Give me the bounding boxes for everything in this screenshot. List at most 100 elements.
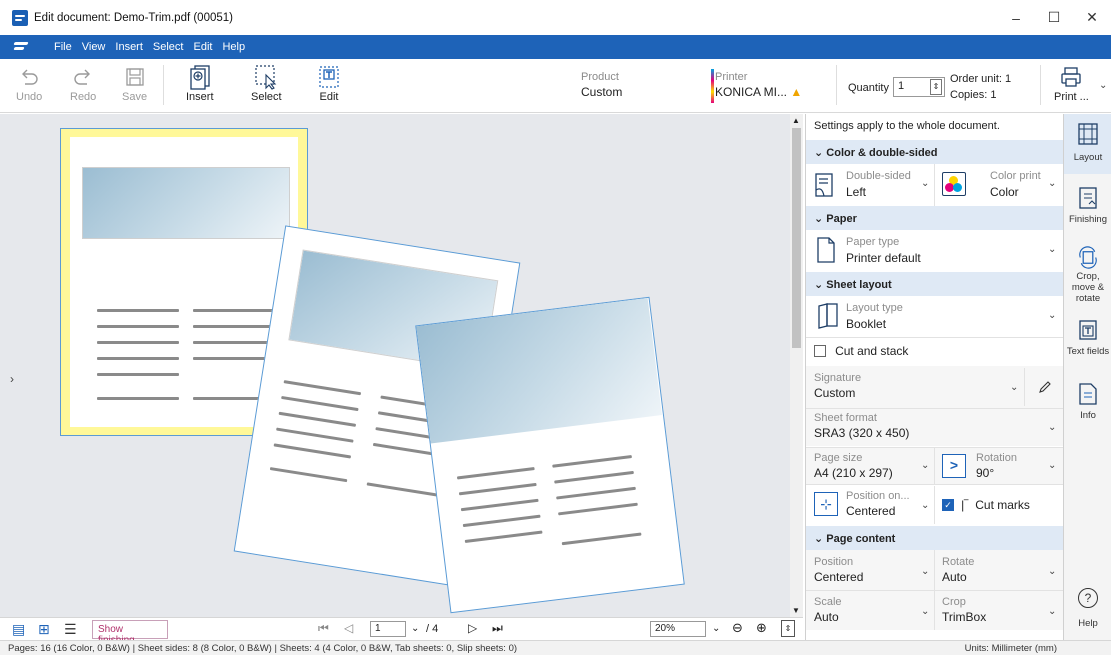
crop-chevron-icon[interactable]: ⌄ — [1048, 606, 1056, 617]
scale-select[interactable]: Scale Auto — [814, 596, 924, 630]
rotate-select[interactable]: Rotate Auto — [942, 556, 1052, 590]
quantity-label: Quantity — [848, 82, 889, 94]
first-page-icon[interactable]: ⏮ — [318, 621, 329, 636]
menu-edit[interactable]: Edit — [193, 41, 212, 53]
page-dropdown-chevron-icon[interactable]: ⌄ — [411, 623, 419, 634]
zoom-dropdown-chevron-icon[interactable]: ⌄ — [712, 623, 720, 634]
position-on-sheet-select[interactable]: ⊹ Position on... Centered — [814, 490, 934, 524]
page-thumbnail[interactable] — [415, 296, 685, 614]
print-dropdown-chevron-icon[interactable]: ⌄ — [1099, 80, 1107, 91]
printer-select[interactable]: Printer KONICA MI... ▲ — [711, 69, 825, 103]
rotation-select[interactable]: > Rotation 90° — [942, 452, 1052, 486]
sheet-format-chevron-icon[interactable]: ⌄ — [1048, 422, 1056, 433]
print-button[interactable]: Print ... — [1054, 63, 1089, 103]
zoom-in-icon[interactable]: ⊕ — [756, 620, 767, 636]
undo-button[interactable]: Undo — [16, 63, 42, 103]
scrollbar-thumb[interactable] — [792, 128, 801, 348]
sheet-format-value: SRA3 (320 x 450) — [814, 426, 910, 440]
menu-select[interactable]: Select — [153, 41, 184, 53]
previous-page-icon[interactable]: ◁ — [344, 621, 353, 635]
layout-type-chevron-icon[interactable]: ⌄ — [1048, 310, 1056, 321]
help-icon: ? — [1078, 588, 1098, 608]
document-canvas[interactable] — [0, 114, 803, 617]
zoom-input[interactable]: 20% — [650, 621, 706, 637]
page-size-chevron-icon[interactable]: ⌄ — [921, 460, 929, 471]
page-number-input[interactable]: 1 — [370, 621, 406, 637]
tab-crop-move-rotate[interactable]: Crop, move & rotate — [1064, 242, 1111, 304]
color-print-chevron-icon[interactable]: ⌄ — [1048, 178, 1056, 189]
text-line — [193, 325, 279, 328]
signature-chevron-icon[interactable]: ⌄ — [1010, 382, 1018, 393]
page-size-value: A4 (210 x 297) — [814, 466, 893, 480]
layout-type-value: Booklet — [846, 317, 887, 331]
color-print-select[interactable]: Color print Color — [942, 168, 1062, 204]
grid-view-icon[interactable]: ⊞ — [38, 621, 50, 638]
help-button[interactable]: ? Help — [1064, 588, 1111, 638]
scroll-up-icon[interactable]: ▲ — [792, 116, 800, 125]
list-view-icon[interactable]: ☰ — [64, 621, 77, 638]
fit-page-icon[interactable]: ⇕ — [781, 620, 795, 637]
sheet-format-select[interactable]: Sheet format SRA3 (320 x 450) — [814, 412, 1044, 446]
cut-and-stack-checkbox[interactable]: Cut and stack — [814, 344, 1014, 362]
position-on-chevron-icon[interactable]: ⌄ — [921, 500, 929, 511]
redo-button[interactable]: Redo — [70, 63, 96, 103]
warning-icon: ▲ — [790, 85, 803, 99]
tab-info[interactable]: Info — [1064, 376, 1111, 432]
title-bar: Edit document: Demo-Trim.pdf (00051) – ☐… — [0, 0, 1111, 35]
maximize-button[interactable]: ☐ — [1035, 0, 1073, 35]
color-print-icon — [942, 172, 966, 196]
cut-marks-label: Cut marks — [975, 498, 1030, 512]
section-sheet-layout[interactable]: ⌄ Sheet layout — [806, 272, 1064, 296]
quantity-stepper[interactable]: ⇕ — [930, 79, 942, 95]
double-sided-select[interactable]: Double-sided Left — [814, 168, 934, 204]
text-line — [97, 309, 179, 312]
save-button[interactable]: Save — [122, 63, 147, 103]
double-sided-chevron-icon[interactable]: ⌄ — [921, 178, 929, 189]
show-finishing-button[interactable]: Show finishing — [92, 620, 168, 646]
scale-chevron-icon[interactable]: ⌄ — [921, 606, 929, 617]
checkbox-unchecked[interactable] — [814, 345, 826, 357]
last-page-icon[interactable]: ⏭ — [492, 621, 503, 636]
menu-insert[interactable]: Insert — [115, 41, 143, 53]
tab-finishing[interactable]: Finishing — [1064, 180, 1111, 236]
page-size-select[interactable]: Page size A4 (210 x 297) — [814, 452, 924, 486]
menu-file[interactable]: File — [54, 41, 72, 53]
redo-label: Redo — [70, 91, 97, 103]
signature-select[interactable]: Signature Custom — [814, 372, 1014, 406]
crop-rotate-icon — [1079, 246, 1097, 269]
paper-type-select[interactable]: Paper type Printer default — [814, 234, 1054, 270]
canvas-vertical-scrollbar[interactable]: ▲ ▼ — [790, 114, 803, 617]
position-select[interactable]: Position Centered — [814, 556, 924, 590]
tab-text-fields[interactable]: Text fields — [1064, 312, 1111, 368]
text-line — [97, 397, 179, 400]
position-chevron-icon[interactable]: ⌄ — [921, 566, 929, 577]
expand-left-panel-chevron-icon[interactable]: › — [10, 372, 14, 386]
paper-type-chevron-icon[interactable]: ⌄ — [1048, 244, 1056, 255]
rotate-chevron-icon[interactable]: ⌄ — [1048, 566, 1056, 577]
zoom-out-icon[interactable]: ⊖ — [732, 620, 743, 636]
insert-button[interactable]: Insert — [186, 63, 214, 103]
checkbox-checked-icon[interactable]: ✓ — [942, 499, 954, 511]
close-button[interactable]: ✕ — [1073, 0, 1111, 35]
tab-layout[interactable]: Layout — [1064, 114, 1111, 174]
cut-and-stack-label: Cut and stack — [835, 344, 909, 358]
product-select[interactable]: Product Custom — [581, 71, 699, 99]
next-page-icon[interactable]: ▷ — [468, 621, 477, 635]
minimize-button[interactable]: – — [997, 0, 1035, 35]
rotation-chevron-icon[interactable]: ⌄ — [1048, 460, 1056, 471]
menu-help[interactable]: Help — [222, 41, 245, 53]
section-page-content[interactable]: ⌄ Page content — [806, 526, 1064, 550]
menu-view[interactable]: View — [82, 41, 106, 53]
cut-marks-checkbox[interactable]: ✓ |‾ Cut marks — [942, 498, 1062, 518]
edit-button[interactable]: Edit — [316, 63, 342, 103]
crop-select[interactable]: Crop TrimBox — [942, 596, 1052, 630]
pencil-edit-icon[interactable] — [1038, 380, 1052, 394]
single-page-view-icon[interactable]: ▤ — [12, 621, 25, 638]
section-paper[interactable]: ⌄ Paper — [806, 206, 1064, 230]
select-button[interactable]: Select — [251, 63, 282, 103]
scroll-down-icon[interactable]: ▼ — [792, 606, 800, 615]
layout-type-select[interactable]: Layout type Booklet — [814, 300, 1054, 336]
section-color-double-sided[interactable]: ⌄ Color & double-sided — [806, 140, 1064, 164]
text-line — [193, 309, 279, 312]
app-logo-icon[interactable] — [14, 41, 32, 53]
